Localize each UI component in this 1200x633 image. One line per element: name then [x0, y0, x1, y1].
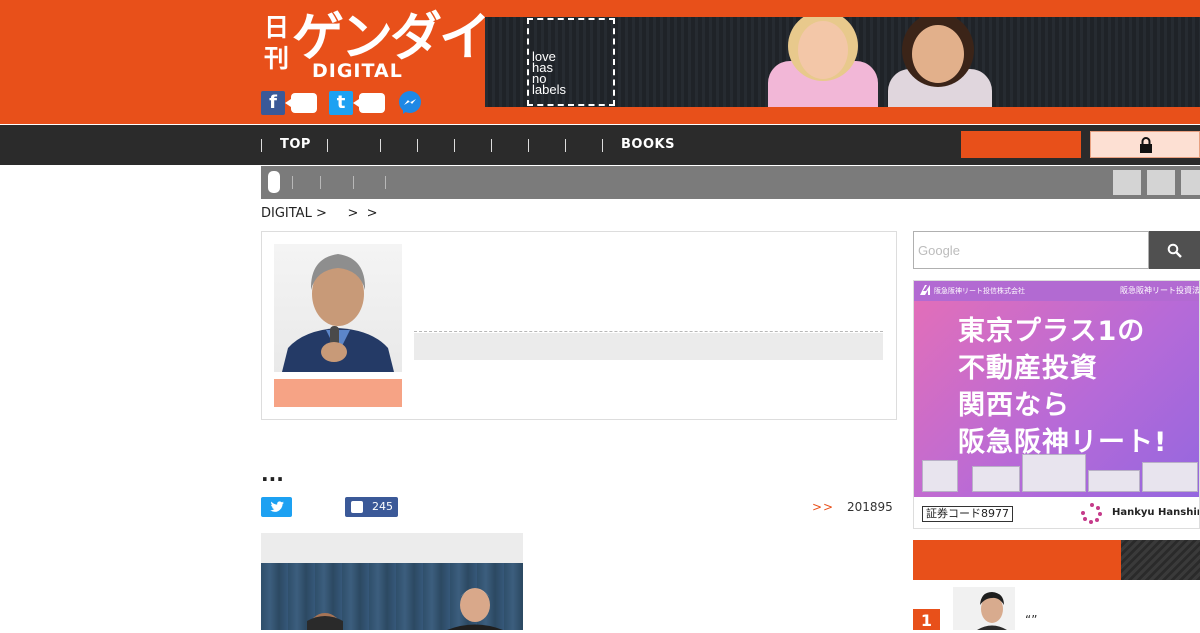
- messenger-share-button[interactable]: [397, 90, 423, 116]
- nav-separator: [602, 139, 603, 152]
- banner-text: love has no labels: [532, 49, 566, 97]
- ad-security-code: 証券コード8977: [922, 506, 1013, 522]
- ad-logo-icon: [920, 285, 930, 295]
- search-placeholder: Google: [918, 243, 960, 258]
- ad-building: [1142, 462, 1198, 492]
- ad-building: [922, 460, 958, 492]
- member-register-button[interactable]: [961, 131, 1081, 158]
- logo-digital[interactable]: DIGITAL: [312, 60, 403, 82]
- view-count-arrows[interactable]: >>: [812, 500, 834, 514]
- ad-copy: 東京プラス1の 不動産投資 関西なら 阪急阪神リート!: [958, 316, 1168, 458]
- facebook-icon: [351, 501, 363, 513]
- ad-building: [972, 466, 1020, 492]
- article-photo[interactable]: [261, 563, 523, 630]
- sub-nav-separator: [292, 176, 293, 189]
- login-button[interactable]: [1090, 131, 1200, 158]
- article-title: ...: [261, 462, 284, 486]
- search-input[interactable]: Google: [913, 231, 1149, 269]
- sub-nav-button-3[interactable]: [1181, 170, 1200, 195]
- twitter-share-button[interactable]: [261, 497, 292, 517]
- ranking-thumbnail[interactable]: [953, 587, 1015, 630]
- messenger-icon: [399, 91, 421, 114]
- facebook-count-bubble: [285, 93, 317, 113]
- logo-kanji[interactable]: 日刊: [264, 12, 290, 74]
- nav-separator: [417, 139, 418, 152]
- author-photo[interactable]: [274, 244, 402, 372]
- view-count: 201895: [847, 500, 893, 514]
- sub-nav-separator: [320, 176, 321, 189]
- nav-separator: [380, 139, 381, 152]
- nav-separator: [491, 139, 492, 152]
- author-card: [261, 231, 897, 420]
- nav-separator: [565, 139, 566, 152]
- nav-separator: [528, 139, 529, 152]
- main-nav: TOP BOOKS: [0, 125, 1200, 165]
- breadcrumb[interactable]: DIGITAL > > >: [261, 206, 378, 221]
- sub-nav-button-2[interactable]: [1147, 170, 1175, 195]
- sub-nav: [261, 166, 1200, 199]
- ad-corp-right: 阪急阪神リート投資法: [1120, 286, 1200, 295]
- sub-nav-button-1[interactable]: [1113, 170, 1141, 195]
- nav-item-books[interactable]: BOOKS: [621, 125, 675, 165]
- search-button[interactable]: [1149, 231, 1200, 269]
- search-icon: [1167, 243, 1182, 258]
- ranking-header-tab[interactable]: [1121, 540, 1200, 580]
- header-banner-ad[interactable]: love has no labels: [485, 17, 1200, 107]
- photo-caption: [261, 533, 523, 563]
- ad-brand-logo: [1078, 501, 1106, 527]
- nav-separator: [327, 139, 328, 152]
- nav-separator: [261, 139, 262, 152]
- ad-building: [1022, 454, 1086, 492]
- lock-icon: [1140, 137, 1152, 153]
- site-header: 日刊 ゲンダイ DIGITAL f t love has no labels: [0, 0, 1200, 124]
- sidebar-ad[interactable]: 阪急阪神リート投信株式会社 阪急阪神リート投資法 東京プラス1の 不動産投資 関…: [913, 280, 1200, 529]
- facebook-share-count: 245: [372, 500, 393, 513]
- facebook-share-button[interactable]: 245: [345, 497, 398, 517]
- ranking-item-title[interactable]: “”: [1025, 613, 1037, 627]
- ad-corp-left: 阪急阪神リート投信株式会社: [934, 287, 1025, 295]
- author-name-tag[interactable]: [274, 379, 402, 407]
- nav-separator: [454, 139, 455, 152]
- twitter-icon: t: [329, 91, 353, 115]
- ranking-number-badge: 1: [913, 609, 940, 630]
- twitter-count-bubble: [353, 93, 385, 113]
- author-column-title[interactable]: [414, 333, 883, 360]
- sub-nav-separator: [353, 176, 354, 189]
- banner-children-photo: [750, 17, 1010, 107]
- twitter-icon: [270, 501, 284, 512]
- sub-nav-separator: [385, 176, 386, 189]
- nav-item-top[interactable]: TOP: [280, 125, 311, 165]
- ad-footer: 証券コード8977 Hankyu Hanshin REI: [914, 497, 1200, 528]
- ad-brand: Hankyu Hanshin REI: [1112, 507, 1200, 518]
- ad-building: [1088, 470, 1140, 492]
- author-divider: [414, 331, 883, 332]
- sub-nav-toggle[interactable]: [268, 171, 280, 193]
- facebook-icon: f: [261, 91, 285, 115]
